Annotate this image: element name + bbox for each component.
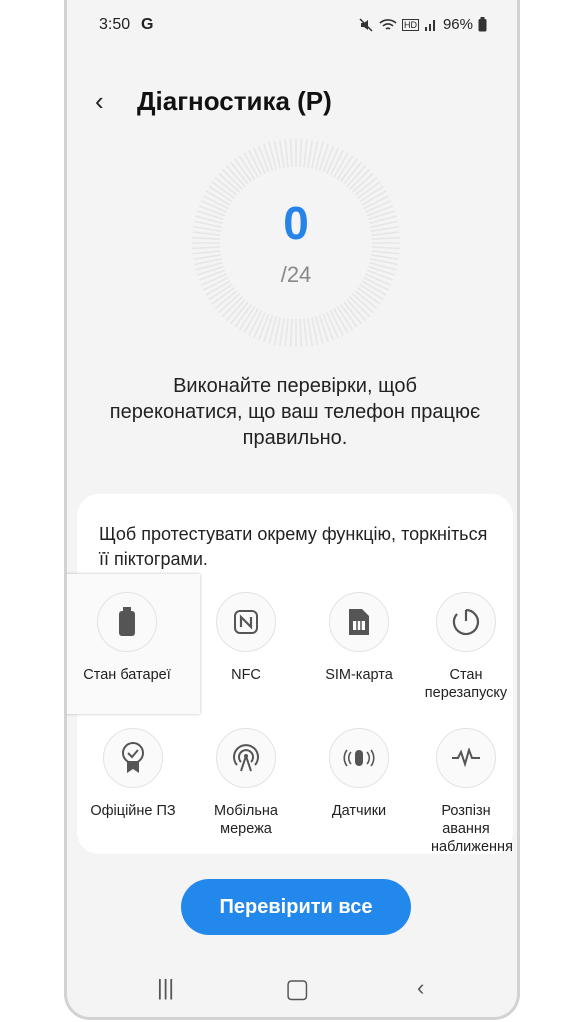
- test-sensors[interactable]: Датчики: [303, 728, 415, 820]
- page-title: Діагностика (P): [137, 86, 332, 116]
- nfc-icon: [234, 610, 258, 634]
- cell-tower-icon: [233, 744, 259, 772]
- test-label: Стан батареї: [83, 667, 171, 683]
- restart-icon: [452, 608, 479, 636]
- status-bar: 3:50 G HD 96%: [67, 14, 517, 38]
- check-all-button[interactable]: Перевірити все: [181, 879, 411, 935]
- battery-icon: [119, 607, 135, 636]
- proximity-icon: [452, 748, 480, 768]
- home-icon[interactable]: ▢: [285, 973, 310, 1004]
- mute-icon: [359, 17, 373, 32]
- certified-badge-icon: [122, 742, 144, 773]
- battery-percent: 96%: [442, 16, 473, 33]
- test-official-software[interactable]: Офіційне ПЗ: [77, 728, 189, 820]
- hint-text: Щоб протестувати окрему функцію, торкніт…: [99, 524, 488, 569]
- phone-frame: 3:50 G HD 96% ‹ Діагностика (P) 0 /24 Ви…: [64, 0, 520, 1020]
- tests-done-count: 0: [283, 197, 309, 249]
- sensor-icon: [343, 749, 375, 767]
- test-nfc[interactable]: NFC: [190, 592, 302, 684]
- test-label: NFC: [231, 667, 261, 683]
- test-mobile-network[interactable]: Мобільна мережа: [190, 728, 302, 838]
- test-label: Офіційне ПЗ: [90, 803, 176, 819]
- battery-charging-icon: [478, 17, 487, 32]
- google-icon: G: [141, 16, 154, 33]
- instructions-text: Виконайте перевірки, щоб переконатися, щ…: [109, 375, 481, 449]
- tests-total-count: /24: [280, 262, 312, 287]
- clock: 3:50: [99, 16, 131, 33]
- test-label: Розпізн авання наближення: [431, 803, 513, 855]
- sim-card-icon: [349, 609, 369, 635]
- app-header: ‹ Діагностика (P): [67, 80, 517, 124]
- signal-icon: [424, 19, 435, 31]
- hd-voice-icon: HD: [401, 18, 419, 31]
- navigation-bar: ||| ▢ ‹: [67, 973, 517, 1011]
- wifi-icon: [379, 18, 397, 30]
- test-proximity[interactable]: Розпізн авання наближення: [410, 728, 517, 856]
- tests-card: Щоб протестувати окрему функцію, торкніт…: [67, 494, 513, 855]
- test-label: Датчики: [331, 803, 387, 819]
- back-button[interactable]: ‹: [95, 86, 104, 117]
- test-label: Стан перезапуску: [424, 667, 508, 701]
- test-battery[interactable]: Стан батареї: [67, 574, 200, 714]
- test-sim-card[interactable]: SIM-карта: [303, 592, 415, 684]
- test-restart-status[interactable]: Стан перезапуску: [410, 592, 517, 702]
- test-label: SIM-карта: [325, 667, 393, 683]
- back-nav-icon[interactable]: ‹: [417, 975, 424, 1001]
- recent-apps-icon[interactable]: |||: [157, 975, 174, 1001]
- test-label: Мобільна мережа: [214, 803, 278, 837]
